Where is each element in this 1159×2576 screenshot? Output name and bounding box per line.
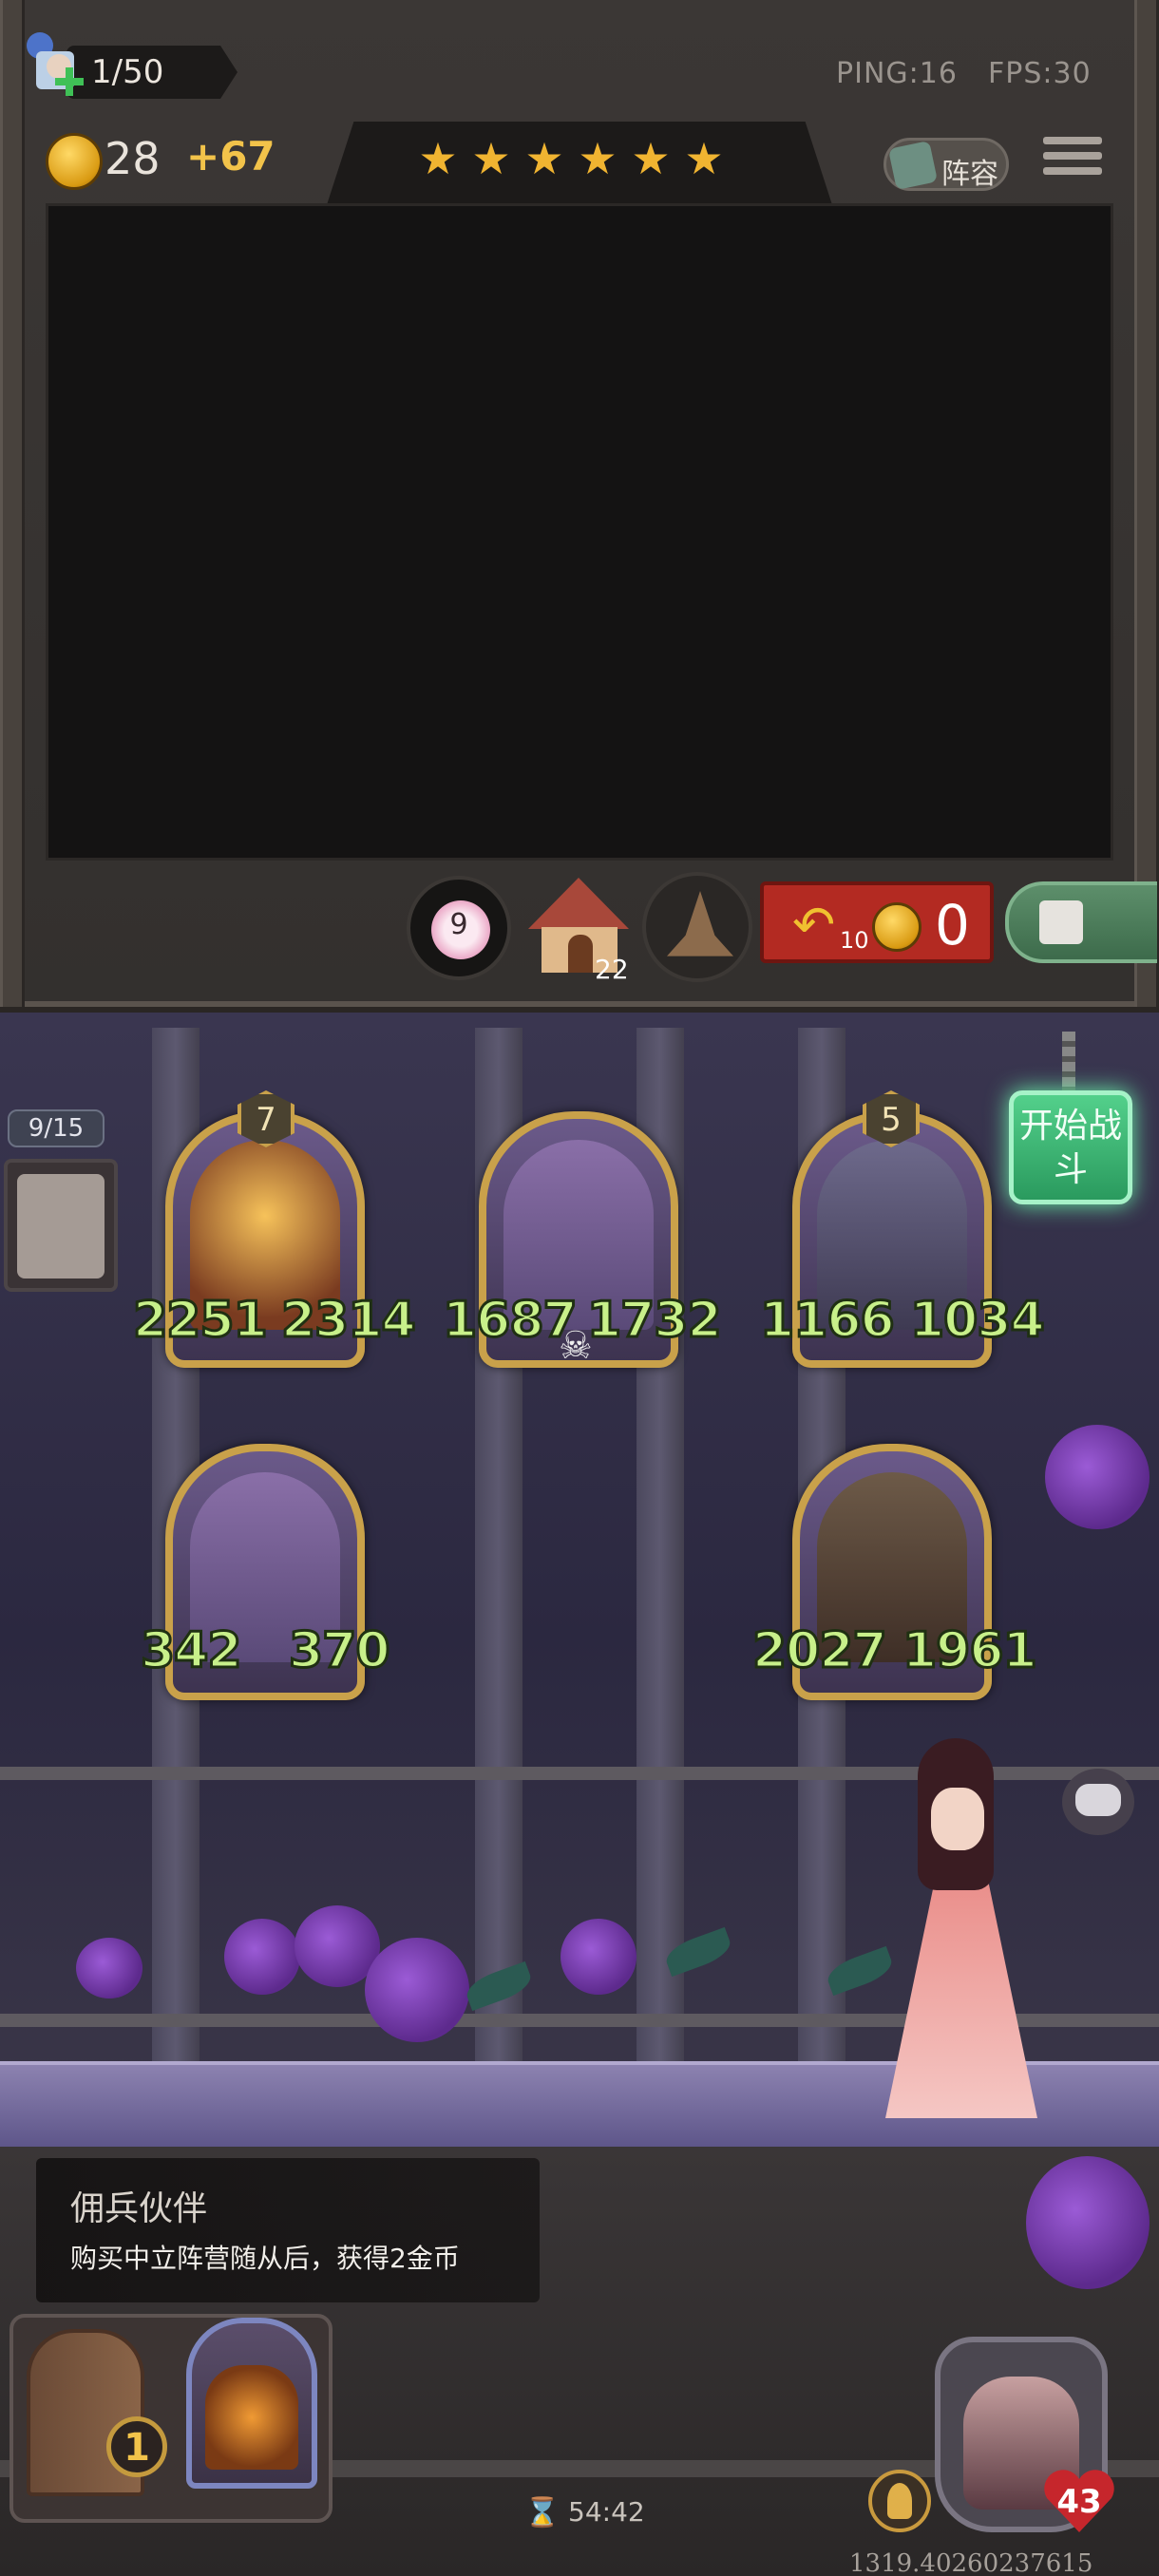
star-icon: ★ <box>578 133 618 184</box>
tavern-roof-icon <box>528 878 629 929</box>
ability-tooltip: 佣兵伙伴 购买中立阵营随从后，获得2金币 <box>36 2158 540 2302</box>
start-battle-label: 开始战斗 <box>1018 1107 1122 1189</box>
hero-character <box>866 1738 1056 2128</box>
minion-attack: 342 <box>140 1621 244 1681</box>
minion-attack: 1687 <box>442 1291 580 1351</box>
battle-preview-screen <box>46 203 1113 861</box>
bench-portrait[interactable] <box>4 1159 118 1292</box>
rose-decoration <box>224 1919 300 1995</box>
lock-icon <box>1039 900 1083 944</box>
player-count: 1/50 <box>91 53 164 91</box>
hero-health: 43 <box>1056 2483 1102 2521</box>
flower-button[interactable]: 9 <box>407 876 511 980</box>
minion-attack: 2027 <box>751 1621 889 1681</box>
hand-card[interactable] <box>186 2318 317 2489</box>
gold-coin-icon <box>46 133 103 190</box>
star-rating: ★ ★ ★ ★ ★ ★ <box>418 133 724 184</box>
rose-decoration <box>560 1919 636 1995</box>
minion-health: 2314 <box>280 1291 418 1351</box>
minion-health: 1034 <box>909 1291 1047 1351</box>
star-icon: ★ <box>418 133 458 184</box>
rose-decoration <box>1045 1425 1150 1529</box>
refresh-shop-button[interactable]: ↶ 10 0 <box>760 881 994 963</box>
tavern-upgrade-button[interactable]: 22 <box>528 874 633 985</box>
refresh-gold-amount: 0 <box>935 893 970 957</box>
hourglass-icon: ⌛ <box>524 2496 560 2529</box>
rose-decoration <box>1026 2156 1150 2289</box>
start-battle-button[interactable]: 开始战斗 <box>1009 1090 1132 1204</box>
coordinate-readout: 1319.40260237615 <box>849 2549 1093 2576</box>
lineup-book-icon <box>887 140 939 191</box>
refresh-cost: 10 <box>840 927 869 954</box>
chat-bubble-icon <box>1075 1784 1121 1816</box>
minion-attack: 1166 <box>759 1291 897 1351</box>
helm-icon <box>887 2483 912 2519</box>
bench-minion-face <box>17 1174 104 1279</box>
chat-button[interactable] <box>1062 1769 1134 1835</box>
minion-health: 1961 <box>902 1621 1039 1681</box>
turn-timer: 54:42 <box>568 2496 645 2528</box>
refresh-arrow-icon: ↶ <box>792 895 836 955</box>
star-icon: ★ <box>684 133 724 184</box>
minion-health: 1732 <box>586 1291 724 1351</box>
sorting-hat-icon <box>667 891 733 957</box>
lock-shop-button[interactable] <box>1005 881 1157 963</box>
minion-health: 370 <box>288 1621 392 1681</box>
fps-readout: FPS:30 <box>988 57 1092 90</box>
hero-power-button[interactable] <box>642 872 752 982</box>
star-icon: ★ <box>471 133 511 184</box>
tavern-upgrade-cost: 22 <box>595 954 629 985</box>
rose-decoration <box>76 1938 142 1998</box>
lineup-button[interactable]: 阵容 <box>884 138 1009 191</box>
rose-decoration <box>365 1938 469 2042</box>
top-panel: 1/50 PING:16 FPS:30 28 +67 ★ ★ ★ ★ ★ ★ 阵容 9 2… <box>0 0 1159 1007</box>
hand-level-badge: 1 <box>106 2416 167 2477</box>
frame-right <box>1134 0 1159 1007</box>
gold-amount: 28 <box>104 133 161 184</box>
hand-card-art <box>205 2365 298 2470</box>
helm-button[interactable] <box>868 2470 931 2532</box>
ability-title: 佣兵伙伴 <box>70 2189 208 2228</box>
lineup-label: 阵容 <box>941 158 998 191</box>
hero-dress <box>885 1862 1037 2118</box>
bench-count: 9/15 <box>8 1109 104 1147</box>
gold-coin-icon <box>872 902 922 952</box>
ability-description: 购买中立阵营随从后，获得2金币 <box>70 2243 460 2274</box>
menu-icon[interactable] <box>1043 137 1102 192</box>
minion-attack: 2251 <box>132 1291 270 1351</box>
skull-icon: ☠ <box>559 1324 593 1368</box>
hero-face <box>931 1788 984 1850</box>
frame-left <box>0 0 25 1007</box>
ping-readout: PING:16 <box>836 57 958 90</box>
chain-decoration <box>1062 1032 1075 1092</box>
tavern-door <box>568 935 593 973</box>
flower-count: 9 <box>449 908 468 941</box>
gold-income: +67 <box>186 133 276 180</box>
star-icon: ★ <box>524 133 564 184</box>
star-icon: ★ <box>631 133 671 184</box>
